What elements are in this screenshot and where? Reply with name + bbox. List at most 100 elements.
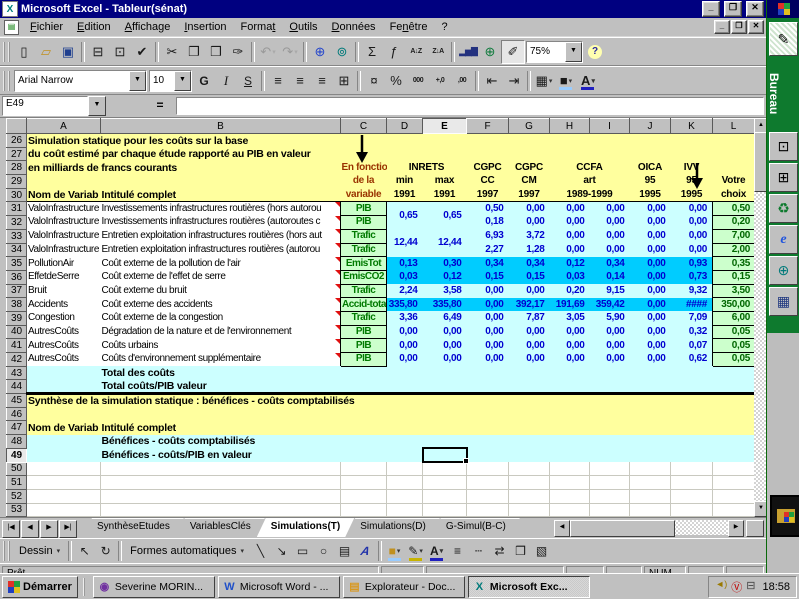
- cell[interactable]: 0,00: [630, 298, 671, 312]
- workbook-icon[interactable]: ▤: [4, 20, 19, 35]
- clock[interactable]: 18:58: [762, 581, 790, 593]
- cell[interactable]: 0,00: [467, 325, 509, 339]
- web-toolbar-button[interactable]: ⊚: [331, 41, 353, 63]
- cell[interactable]: 0,00: [671, 229, 713, 243]
- network-neighborhood-button[interactable]: ⊞: [769, 163, 798, 192]
- cell[interactable]: [550, 448, 590, 462]
- cell[interactable]: 0,34: [467, 257, 509, 271]
- cell[interactable]: [467, 147, 509, 161]
- cell[interactable]: choix: [713, 188, 755, 202]
- cell[interactable]: ValoInfrastructure: [27, 202, 101, 216]
- cell[interactable]: 3,05: [550, 311, 590, 325]
- row-header-42[interactable]: 42: [7, 353, 27, 367]
- cell[interactable]: 0,32: [671, 325, 713, 339]
- cell[interactable]: 3,50: [713, 284, 755, 298]
- cell[interactable]: [713, 380, 755, 394]
- wordart-button[interactable]: A: [355, 541, 376, 561]
- cell[interactable]: du coût estimé par chaque étude rapporté…: [27, 147, 341, 161]
- scroll-left-button[interactable]: ◀: [554, 520, 570, 537]
- cell[interactable]: [630, 366, 671, 380]
- toolbar-grip[interactable]: [3, 42, 10, 62]
- cell[interactable]: 0,05: [713, 325, 755, 339]
- cell[interactable]: [101, 489, 341, 503]
- cell[interactable]: 0,00: [630, 270, 671, 284]
- cell[interactable]: [101, 462, 341, 476]
- insert-hyperlink-button[interactable]: ⊕: [309, 41, 331, 63]
- cell[interactable]: 0,00: [509, 216, 550, 230]
- cell[interactable]: [671, 366, 713, 380]
- cell[interactable]: 0,00: [509, 202, 550, 216]
- align-center-button[interactable]: ≡: [289, 70, 311, 92]
- edit-formula-button[interactable]: =: [150, 97, 170, 115]
- cell[interactable]: 0,00: [630, 325, 671, 339]
- cell[interactable]: ValoInfrastructure: [27, 243, 101, 257]
- taskbar-grip[interactable]: [83, 578, 88, 596]
- cell[interactable]: [387, 134, 423, 148]
- name-box-dropdown[interactable]: ▼: [88, 96, 106, 116]
- cell[interactable]: [467, 380, 509, 394]
- cell[interactable]: [101, 175, 341, 189]
- cell[interactable]: 0,73: [671, 270, 713, 284]
- row-header-28[interactable]: 28: [7, 161, 27, 175]
- cell[interactable]: Coût externe du bruit: [101, 284, 341, 298]
- cell[interactable]: 0,00: [509, 339, 550, 353]
- cell[interactable]: [27, 366, 101, 380]
- horizontal-scroll-track[interactable]: [675, 520, 728, 535]
- row-header-33[interactable]: 33: [7, 229, 27, 243]
- excel-app-icon[interactable]: X: [2, 1, 18, 17]
- cell[interactable]: variable: [341, 188, 387, 202]
- cell[interactable]: Accidents: [27, 298, 101, 312]
- cell[interactable]: Trafic: [341, 284, 387, 298]
- cell[interactable]: [509, 134, 550, 148]
- web-globe-button[interactable]: ⊕: [769, 256, 798, 285]
- task-button-explorer[interactable]: ▤Explorateur - Doc...: [343, 576, 465, 598]
- format-painter-button[interactable]: ✑: [227, 41, 249, 63]
- cell[interactable]: [713, 503, 755, 517]
- cell[interactable]: [590, 448, 630, 462]
- cell[interactable]: [550, 435, 590, 449]
- cell[interactable]: PIB: [341, 339, 387, 353]
- restore-button[interactable]: ❐: [724, 1, 742, 17]
- my-computer-button[interactable]: ⊡: [769, 132, 798, 161]
- cell[interactable]: [590, 366, 630, 380]
- cell[interactable]: 12,44: [423, 229, 467, 256]
- cell[interactable]: 2,24: [387, 284, 423, 298]
- font-color-button[interactable]: A▾: [426, 541, 447, 561]
- cell[interactable]: [590, 476, 630, 490]
- cell[interactable]: [590, 489, 630, 503]
- cell[interactable]: [27, 476, 101, 490]
- chevron-down-icon[interactable]: ▾: [549, 77, 553, 85]
- chart-screen-button[interactable]: ▦: [769, 287, 798, 316]
- cell[interactable]: 2,27: [467, 243, 509, 257]
- cell[interactable]: 335,80: [423, 298, 467, 312]
- cell[interactable]: [341, 366, 387, 380]
- cell[interactable]: 7,00: [713, 229, 755, 243]
- cell[interactable]: [467, 489, 509, 503]
- cell[interactable]: 0,12: [423, 270, 467, 284]
- cell[interactable]: 1989-1999: [550, 188, 630, 202]
- chevron-down-icon[interactable]: ▾: [569, 77, 573, 85]
- row-header-27[interactable]: 27: [7, 147, 27, 161]
- cut-button[interactable]: ✂: [161, 41, 183, 63]
- row-header-43[interactable]: 43: [7, 366, 27, 380]
- tab-g-simul-b-c[interactable]: G-Simul(B-C): [432, 518, 520, 536]
- cell[interactable]: CCFA: [550, 161, 630, 175]
- menu-fen-tre[interactable]: Fenêtre: [383, 19, 435, 35]
- cell[interactable]: art: [550, 175, 630, 189]
- cell[interactable]: [387, 147, 423, 161]
- cell[interactable]: [27, 435, 101, 449]
- cell[interactable]: Simulation statique pour les coûts sur l…: [27, 134, 341, 148]
- fill-color-button[interactable]: ■▾: [384, 541, 405, 561]
- cell[interactable]: 1995: [630, 188, 671, 202]
- cell[interactable]: 0,00: [590, 243, 630, 257]
- underline-button[interactable]: S: [237, 70, 259, 92]
- redo-button[interactable]: ↷▾: [279, 41, 301, 63]
- cell[interactable]: 0,00: [467, 353, 509, 367]
- column-header-I[interactable]: I: [590, 119, 630, 134]
- undo-button[interactable]: ↶▾: [257, 41, 279, 63]
- row-header-32[interactable]: 32: [7, 216, 27, 230]
- cell[interactable]: 0,15: [713, 270, 755, 284]
- row-header-29[interactable]: 29: [7, 175, 27, 189]
- cell[interactable]: [630, 147, 671, 161]
- chevron-down-icon[interactable]: ▾: [591, 77, 595, 85]
